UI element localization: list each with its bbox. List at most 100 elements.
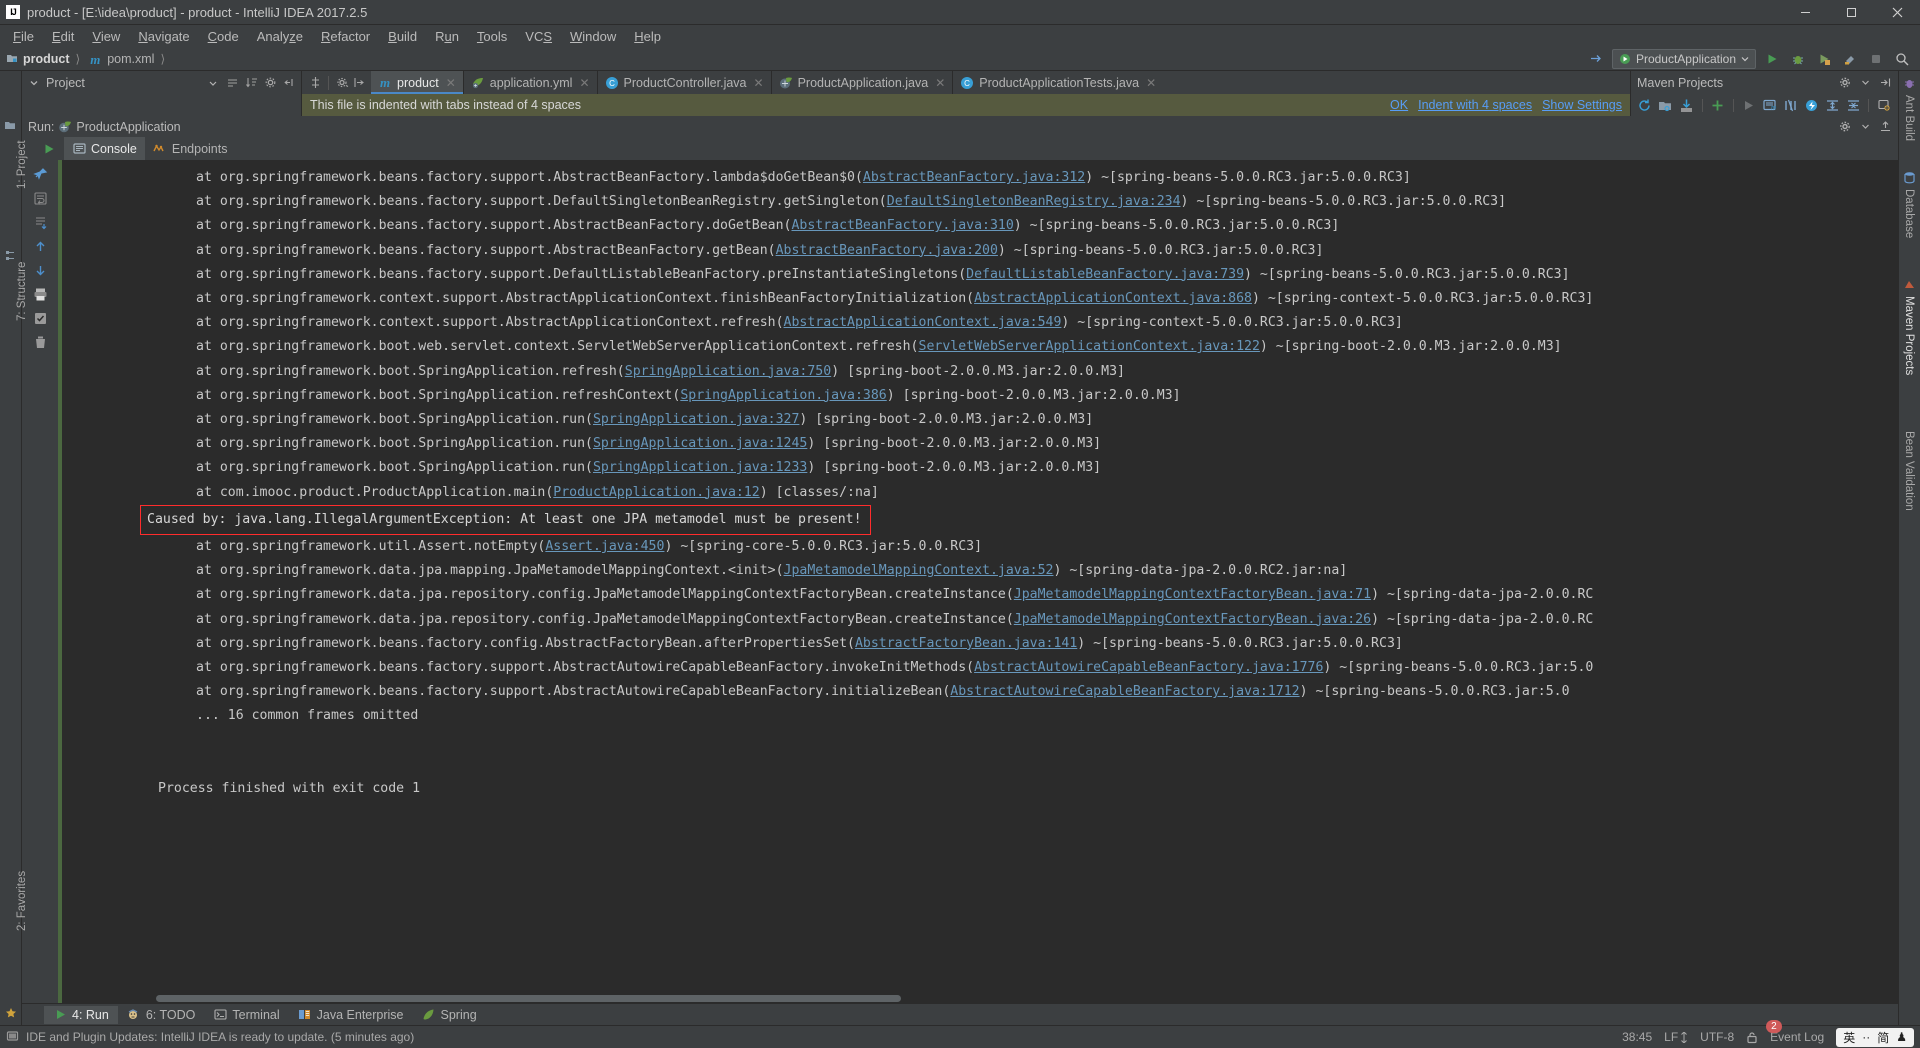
menu-file[interactable]: File: [4, 27, 43, 46]
add-icon[interactable]: [1709, 96, 1727, 114]
toggle-offline-icon[interactable]: [1802, 96, 1820, 114]
build-icon[interactable]: [1840, 49, 1860, 69]
source-link[interactable]: AbstractBeanFactory.java:200: [776, 243, 998, 258]
dropdown-icon[interactable]: [206, 76, 220, 90]
menu-view[interactable]: View: [83, 27, 129, 46]
source-link[interactable]: AbstractApplicationContext.java:868: [974, 291, 1252, 306]
sidebar-item-bean-validation[interactable]: Bean Validation: [1903, 431, 1915, 511]
close-icon[interactable]: ✕: [754, 76, 764, 90]
collapse-all-icon[interactable]: [225, 76, 239, 90]
source-link[interactable]: JpaMetamodelMappingContextFactoryBean.ja…: [1014, 612, 1371, 627]
hide-icon[interactable]: [1878, 120, 1892, 134]
tab-application-yml[interactable]: application.yml ✕: [464, 71, 598, 94]
source-link[interactable]: AbstractBeanFactory.java:312: [863, 170, 1085, 185]
source-link[interactable]: SpringApplication.java:386: [680, 388, 886, 403]
close-button[interactable]: [1874, 0, 1920, 25]
breadcrumb-pom[interactable]: m pom.xml ⟩: [84, 47, 169, 71]
sidebar-item-database[interactable]: Database: [1903, 189, 1915, 238]
download-sources-icon[interactable]: [1678, 96, 1696, 114]
source-link[interactable]: AbstractApplicationContext.java:549: [784, 315, 1062, 330]
source-link[interactable]: AbstractAutowireCapableBeanFactory.java:…: [950, 684, 1299, 699]
run-with-coverage-icon[interactable]: [1814, 49, 1834, 69]
tab-product-application[interactable]: ProductApplication.java ✕: [772, 71, 954, 94]
tab-product-application-tests[interactable]: C ProductApplicationTests.java ✕: [953, 71, 1163, 94]
scroll-to-end-icon[interactable]: [30, 212, 50, 232]
close-icon[interactable]: ✕: [935, 76, 945, 90]
minimize-button[interactable]: [1782, 0, 1828, 25]
source-link[interactable]: AbstractFactoryBean.java:141: [855, 636, 1077, 651]
update-icon[interactable]: [6, 1030, 20, 1044]
menu-build[interactable]: Build: [379, 27, 426, 46]
reimport-icon[interactable]: [1636, 96, 1654, 114]
source-link[interactable]: JpaMetamodelMappingContext.java:52: [784, 563, 1054, 578]
tab-endpoints[interactable]: Endpoints: [145, 137, 236, 160]
hide-icon[interactable]: [1878, 76, 1892, 90]
execute-goal-icon[interactable]: m: [1761, 96, 1779, 114]
source-link[interactable]: SpringApplication.java:1233: [593, 460, 807, 475]
settings-icon[interactable]: [335, 76, 349, 90]
source-link[interactable]: SpringApplication.java:1245: [593, 436, 807, 451]
console-output[interactable]: at org.springframework.beans.factory.sup…: [58, 160, 1898, 1003]
chevron-down-icon[interactable]: [1858, 120, 1872, 134]
notification-ok-action[interactable]: OK: [1390, 98, 1408, 112]
source-link[interactable]: JpaMetamodelMappingContextFactoryBean.ja…: [1014, 587, 1371, 602]
sidebar-item-favorites[interactable]: 2: Favorites: [16, 871, 28, 931]
source-link[interactable]: AbstractAutowireCapableBeanFactory.java:…: [974, 660, 1323, 675]
print-icon[interactable]: [30, 284, 50, 304]
arrow-up-icon[interactable]: [30, 236, 50, 256]
source-link[interactable]: Assert.java:450: [545, 539, 664, 554]
mark-icon[interactable]: [30, 308, 50, 328]
close-icon[interactable]: ✕: [446, 76, 456, 90]
restore-icon[interactable]: [351, 76, 365, 90]
menu-window[interactable]: Window: [561, 27, 625, 46]
bottom-tab-todo[interactable]: 6: TODO: [118, 1006, 205, 1024]
file-encoding[interactable]: UTF-8: [1700, 1030, 1734, 1044]
chevron-down-icon[interactable]: [27, 76, 41, 90]
hide-icon[interactable]: [282, 76, 296, 90]
close-icon[interactable]: ✕: [1146, 76, 1156, 90]
ime-indicator[interactable]: 英 ·· 简 ♟: [1836, 1027, 1914, 1047]
line-separator[interactable]: LF: [1664, 1030, 1688, 1044]
source-link[interactable]: ServletWebServerApplicationContext.java:…: [919, 339, 1260, 354]
breadcrumb-product[interactable]: product ⟩: [0, 47, 84, 71]
bottom-tab-spring[interactable]: Spring: [413, 1006, 486, 1024]
menu-vcs[interactable]: VCS: [516, 27, 561, 46]
generate-sources-icon[interactable]: [1657, 96, 1675, 114]
bottom-tab-run[interactable]: 4: Run: [44, 1005, 118, 1024]
menu-edit[interactable]: Edit: [43, 27, 83, 46]
menu-code[interactable]: Code: [199, 27, 248, 46]
caret-position[interactable]: 38:45: [1622, 1030, 1652, 1044]
menu-navigate[interactable]: Navigate: [129, 27, 198, 46]
sidebar-item-project[interactable]: 1: Project: [16, 140, 28, 189]
source-link[interactable]: SpringApplication.java:327: [593, 412, 799, 427]
maximize-button[interactable]: [1828, 0, 1874, 25]
bottom-tab-java-enterprise[interactable]: Java Enterprise: [289, 1006, 413, 1024]
rerun-icon[interactable]: [42, 137, 64, 160]
chevron-down-icon[interactable]: [1858, 76, 1872, 90]
pin-icon[interactable]: [30, 164, 50, 184]
console-horizontal-scrollbar[interactable]: [58, 994, 1898, 1003]
sidebar-item-structure[interactable]: 7: Structure: [16, 262, 28, 321]
source-link[interactable]: AbstractBeanFactory.java:310: [791, 218, 1013, 233]
collapse-all-icon[interactable]: [1844, 96, 1862, 114]
menu-analyze[interactable]: Analyze: [248, 27, 312, 46]
menu-help[interactable]: Help: [625, 27, 670, 46]
menu-run[interactable]: Run: [426, 27, 468, 46]
event-log-button[interactable]: 2 Event Log: [1766, 1020, 1824, 1044]
skip-tests-icon[interactable]: [1781, 96, 1799, 114]
notification-indent-action[interactable]: Indent with 4 spaces: [1418, 98, 1532, 112]
debug-icon[interactable]: [1788, 49, 1808, 69]
bottom-tab-terminal[interactable]: Terminal: [204, 1006, 288, 1024]
gear-icon[interactable]: [1838, 120, 1852, 134]
update-running-app-icon[interactable]: [1586, 49, 1606, 69]
gear-icon[interactable]: [263, 76, 277, 90]
tab-console[interactable]: Console: [64, 137, 145, 160]
gear-icon[interactable]: [1838, 76, 1852, 90]
settings-icon[interactable]: [1875, 96, 1893, 114]
source-link[interactable]: SpringApplication.java:750: [625, 364, 831, 379]
search-icon[interactable]: [1892, 49, 1912, 69]
close-icon[interactable]: ✕: [579, 76, 589, 90]
tab-product[interactable]: m product ✕: [371, 71, 464, 94]
scrollbar-thumb[interactable]: [156, 995, 901, 1002]
run-configuration-selector[interactable]: ProductApplication: [1611, 48, 1756, 69]
